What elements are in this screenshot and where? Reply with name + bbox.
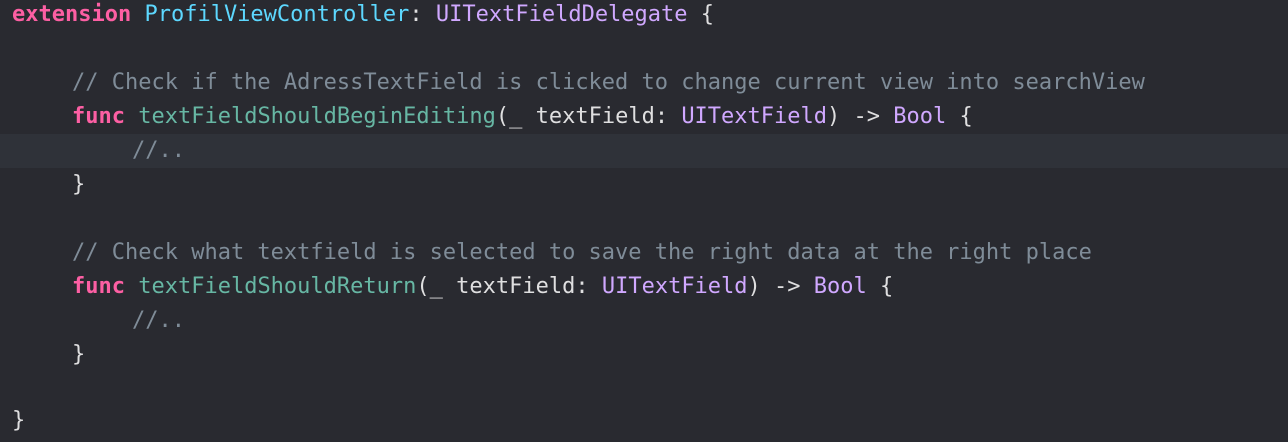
code-comment: // Check if the AdressTextField is click…: [72, 70, 1145, 95]
open-brace: {: [700, 2, 715, 27]
protocol-name: UITextFieldDelegate: [435, 2, 688, 27]
keyword-func: func: [72, 104, 125, 129]
code-line-close-brace-2[interactable]: }: [0, 338, 1288, 372]
code-comment: //..: [132, 308, 185, 333]
paren-close-arrow: ) ->: [747, 274, 801, 299]
return-type: Bool: [893, 104, 947, 129]
code-line-comment-1[interactable]: // Check if the AdressTextField is click…: [0, 66, 1288, 100]
param-type: UITextField: [681, 104, 828, 129]
code-line-body-2[interactable]: //..: [0, 304, 1288, 338]
code-comment: //..: [132, 138, 185, 163]
close-brace: }: [72, 342, 86, 367]
paren-open: (_: [416, 274, 443, 299]
code-line-func-begin-editing[interactable]: func textFieldShouldBeginEditing(_ textF…: [0, 100, 1288, 134]
code-line-close-brace-extension[interactable]: }: [0, 404, 1288, 438]
code-line-extension[interactable]: extension ProfilViewController: UITextFi…: [0, 0, 1288, 32]
close-brace: }: [72, 172, 86, 197]
code-line-comment-2[interactable]: // Check what textfield is selected to s…: [0, 236, 1288, 270]
paren-open: (_: [495, 104, 523, 129]
keyword-extension: extension: [12, 2, 132, 27]
code-comment: // Check what textfield is selected to s…: [72, 240, 1092, 265]
return-type: Bool: [813, 274, 867, 299]
close-brace: }: [12, 408, 26, 433]
paren-close-arrow: ) ->: [827, 104, 880, 129]
code-line-current[interactable]: //..: [0, 134, 1288, 168]
open-brace: {: [880, 274, 894, 299]
function-name: textFieldShouldBeginEditing: [138, 104, 496, 129]
code-editor[interactable]: extension ProfilViewController: UITextFi…: [0, 0, 1288, 442]
function-name: textFieldShouldReturn: [138, 274, 417, 299]
open-brace: {: [959, 104, 973, 129]
param-name: textField:: [456, 274, 589, 299]
param-name: textField:: [535, 104, 669, 129]
type-declaration: ProfilViewController: [144, 2, 410, 27]
param-type: UITextField: [601, 274, 748, 299]
code-line-close-brace-1[interactable]: }: [0, 168, 1288, 202]
colon: :: [409, 2, 423, 27]
keyword-func: func: [72, 274, 125, 299]
code-line-func-should-return[interactable]: func textFieldShouldReturn(_ textField: …: [0, 270, 1288, 304]
